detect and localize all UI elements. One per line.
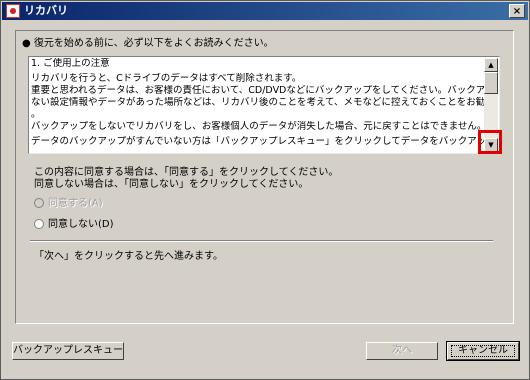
notice-heading: 1. ご使用上の注意 <box>31 58 110 69</box>
scroll-down-highlight <box>478 130 502 154</box>
notice-line: バックアップをしないでリカバリをし、お客様個人のデータが消失した場合、元に戻すこ… <box>31 121 486 132</box>
next-hint: 「次へ」をクリックすると先へ進みます。 <box>34 251 223 262</box>
disagree-label: 同意しない(D) <box>48 219 114 230</box>
intro-text: ● 復元を始める前に、必ず以下をよくお読みください。 <box>22 38 274 49</box>
separator <box>30 240 493 242</box>
notice-textbox[interactable]: 1. ご使用上の注意 リカバリを行うと、Cドライブのデータはすべて削除されます。… <box>28 56 500 154</box>
backup-rescue-button[interactable]: バックアップレスキュー <box>12 342 124 360</box>
notice-line: 重要と思われるデータは、お客様の責任において、CD/DVDなどにバックアップをし… <box>31 85 486 96</box>
title-bar: リカバリ × <box>2 2 528 20</box>
agree-instruction-line: この内容に同意する場合は、「同意する」をクリックしてください。 <box>34 167 339 178</box>
arrow-up-icon: ▲ <box>488 61 494 69</box>
notice-line: 。 <box>31 109 41 120</box>
app-icon <box>6 4 20 18</box>
window-title: リカバリ <box>24 4 68 17</box>
cancel-button[interactable]: キャンセル <box>446 341 520 361</box>
close-button[interactable]: × <box>509 4 525 18</box>
agree-radio[interactable] <box>34 198 44 208</box>
notice-line: データのバックアップがすんでいない方は「バックアップレスキュー」をクリックしてデ… <box>31 136 486 147</box>
scroll-thumb[interactable] <box>484 72 498 94</box>
agree-instructions: この内容に同意する場合は、「同意する」をクリックしてください。 同意しない場合は… <box>34 167 338 191</box>
recovery-dialog: リカバリ × ● 復元を始める前に、必ず以下をよくお読みください。 1. ご使用… <box>0 0 530 380</box>
disagree-radio-option[interactable]: 同意しない(D) <box>34 218 114 232</box>
next-button[interactable]: 次へ <box>366 342 438 360</box>
scroll-up-button[interactable]: ▲ <box>484 58 498 72</box>
agree-instruction-line: 同意しない場合は、「同意しない」をクリックしてください。 <box>34 179 309 190</box>
agree-label: 同意する(A) <box>48 198 103 209</box>
disagree-radio[interactable] <box>34 219 44 229</box>
agree-radio-option[interactable]: 同意する(A) <box>34 197 103 211</box>
notice-line: ない設定情報やデータがあった場所などは、リカバリ後のことを考えて、メモなどに控え… <box>31 97 486 108</box>
notice-content: 1. ご使用上の注意 リカバリを行うと、Cドライブのデータはすべて削除されます。… <box>31 58 486 152</box>
notice-line: リカバリを行うと、Cドライブのデータはすべて削除されます。 <box>31 73 302 84</box>
